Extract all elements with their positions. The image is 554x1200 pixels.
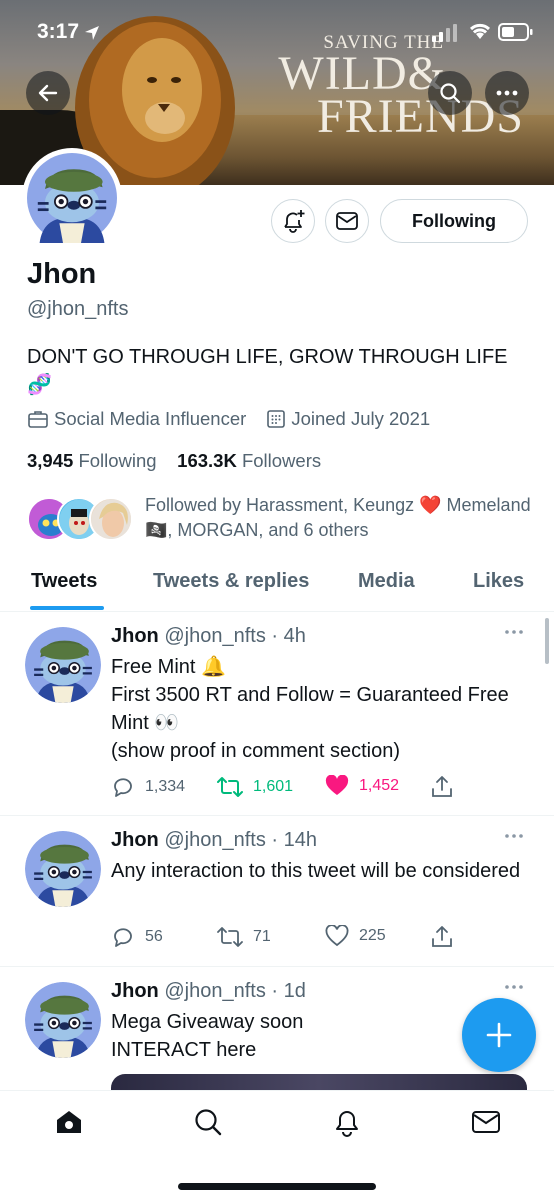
tweet-more-icon[interactable] (504, 984, 524, 990)
profile-avatar[interactable] (22, 148, 122, 248)
tweet-avatar[interactable] (25, 627, 101, 703)
tweet-author-name[interactable]: Jhon (111, 829, 159, 851)
profile-bio: DON'T GO THROUGH LIFE, GROW THROUGH LIFE… (27, 346, 508, 396)
heart-outline-icon (325, 925, 349, 947)
message-button[interactable] (325, 199, 369, 243)
tweet-header: Jhon @jhon_nfts · 1d (111, 980, 306, 1003)
scroll-indicator[interactable] (545, 618, 549, 664)
tweet-avatar[interactable] (25, 982, 101, 1058)
like-count: 1,452 (359, 777, 400, 794)
status-time: 3:17 (37, 20, 80, 43)
tab-tweets[interactable]: Tweets (31, 570, 97, 593)
retweet-action[interactable]: 1,601 (217, 775, 293, 799)
briefcase-icon (28, 411, 48, 428)
followed-by-avatars[interactable] (27, 497, 137, 543)
following-count: 3,945 (27, 450, 74, 471)
search-icon (440, 83, 461, 104)
heart-filled-icon (325, 775, 349, 795)
followed-by-text[interactable]: Followed by Harassment, Keungz ❤️ Memela… (145, 493, 535, 543)
reply-action[interactable]: 56 (111, 925, 163, 949)
wifi-icon (469, 23, 491, 39)
cellular-signal-icon (432, 24, 457, 42)
like-action[interactable]: 1,452 (325, 775, 399, 797)
tweet-author-name[interactable]: Jhon (111, 625, 159, 647)
tweet-actions: 1,334 1,601 1,452 (111, 775, 471, 801)
tweet-avatar[interactable] (25, 831, 101, 907)
location-arrow-icon (85, 26, 99, 40)
profile-handle: @jhon_nfts (27, 298, 129, 320)
tweet-header: Jhon @jhon_nfts · 14h (111, 829, 317, 852)
reply-action[interactable]: 1,334 (111, 775, 185, 799)
retweet-count: 1,601 (253, 778, 294, 795)
tweet-text: Free Mint 🔔 First 3500 RT and Follow = G… (111, 656, 509, 762)
more-dots-icon (496, 90, 518, 96)
reply-count: 56 (145, 928, 163, 945)
compose-plus-icon (486, 1022, 512, 1048)
arrow-left-icon (38, 84, 58, 102)
more-options-button[interactable] (485, 71, 529, 115)
following-stat[interactable]: 3,945 Following (27, 450, 157, 471)
followers-stat[interactable]: 163.3K Followers (177, 450, 321, 471)
notifications-toggle-button[interactable] (271, 199, 315, 243)
home-icon[interactable] (54, 1107, 84, 1137)
tab-media[interactable]: Media (358, 570, 415, 593)
reply-count: 1,334 (145, 778, 186, 795)
calendar-icon (267, 410, 286, 428)
tweet[interactable]: Jhon @jhon_nfts · 4h Free Mint 🔔 First 3… (0, 613, 554, 816)
tweet-author-handle: @jhon_nfts (164, 625, 266, 647)
share-icon (432, 776, 452, 797)
tab-tweets-and-replies[interactable]: Tweets & replies (153, 570, 309, 593)
retweet-icon (217, 927, 243, 947)
like-action[interactable]: 225 (325, 925, 386, 947)
bell-plus-icon (284, 210, 305, 233)
tweet-more-icon[interactable] (504, 629, 524, 635)
like-count: 225 (359, 927, 386, 944)
profile-meta: Social Media Influencer Joined July 2021 (27, 408, 450, 430)
profile-name: Jhon (27, 258, 97, 290)
following-label: Following (78, 450, 157, 471)
compose-tweet-button[interactable] (462, 998, 536, 1072)
tweet-timestamp: · 1d (271, 980, 306, 1002)
tweet-author-name[interactable]: Jhon (111, 980, 159, 1002)
mail-icon (336, 212, 358, 230)
home-indicator[interactable] (178, 1183, 376, 1190)
back-button[interactable] (26, 71, 70, 115)
tweet-more-icon[interactable] (504, 833, 524, 839)
search-icon[interactable] (193, 1107, 223, 1137)
followers-label: Followers (241, 450, 322, 471)
tweet-text: Any interaction to this tweet will be co… (111, 860, 521, 882)
mail-icon[interactable] (471, 1107, 501, 1137)
retweet-icon (217, 777, 243, 797)
tweet-header: Jhon @jhon_nfts · 4h (111, 625, 306, 648)
retweet-count: 71 (253, 928, 271, 945)
reply-icon (114, 928, 132, 947)
follower-avatar (89, 497, 133, 541)
retweet-action[interactable]: 71 (217, 925, 271, 949)
bell-icon[interactable] (332, 1107, 362, 1137)
tab-likes[interactable]: Likes (473, 570, 524, 593)
share-icon (432, 926, 452, 947)
reply-icon (114, 778, 132, 797)
tweet[interactable]: Jhon @jhon_nfts · 14h Any interaction to… (0, 817, 554, 967)
penguin-avatar-image (27, 153, 117, 243)
search-profile-button[interactable] (428, 71, 472, 115)
profile-joined-date: Joined July 2021 (291, 408, 431, 429)
active-tab-indicator (30, 606, 104, 610)
profile-tabs: Tweets Tweets & replies Media Likes (0, 556, 554, 612)
status-bar: 3:17 (0, 0, 554, 62)
share-action[interactable] (431, 775, 453, 799)
share-action[interactable] (431, 925, 453, 949)
tweet-author-handle: @jhon_nfts (164, 980, 266, 1002)
followers-count: 163.3K (177, 450, 237, 471)
tweet-timestamp: · 14h (271, 829, 317, 851)
tweet-actions: 56 71 225 (111, 925, 471, 951)
battery-icon (498, 23, 533, 41)
following-button[interactable]: Following (380, 199, 528, 243)
tweet-author-handle: @jhon_nfts (164, 829, 266, 851)
profile-stats: 3,945 Following 163.3K Followers (27, 450, 321, 472)
profile-category: Social Media Influencer (54, 408, 247, 429)
tweet-timestamp: · 4h (271, 625, 306, 647)
